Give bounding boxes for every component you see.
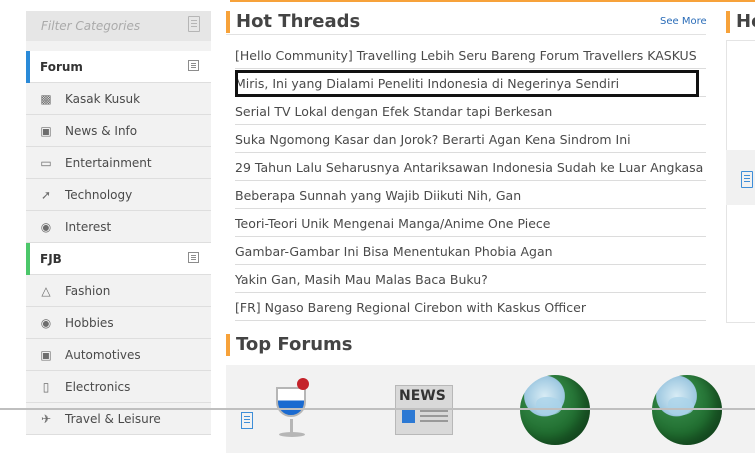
thread-title[interactable]: [Hello Community] Travelling Lebih Seru … bbox=[235, 48, 697, 63]
rocket-icon: ➚ bbox=[40, 188, 52, 202]
thread-link[interactable]: Teori-Teori Unik Mengenai Manga/Anime On… bbox=[235, 209, 706, 237]
sidebar-item-fashion[interactable]: △ Fashion bbox=[26, 275, 211, 307]
sidebar-item-news-info[interactable]: ▣ News & Info bbox=[26, 115, 211, 147]
thread-link[interactable]: Gambar-Gambar Ini Bisa Menentukan Phobia… bbox=[235, 237, 706, 265]
sidebar-item-label: Technology bbox=[65, 188, 133, 202]
right-panel-header: Ho bbox=[726, 11, 755, 33]
top-forums-accent-bar bbox=[226, 334, 230, 356]
sidebar-item-interest[interactable]: ◉ Interest bbox=[26, 211, 211, 243]
focused-thread-outline bbox=[235, 70, 699, 97]
sidebar-item-hobbies[interactable]: ◉ Hobbies bbox=[26, 307, 211, 339]
hot-threads-title: Hot Threads bbox=[236, 11, 361, 32]
list-icon[interactable] bbox=[188, 252, 199, 263]
forum-tile-globe-2[interactable] bbox=[652, 373, 726, 449]
sidebar-item-label: Interest bbox=[65, 220, 112, 234]
thread-title[interactable]: Teori-Teori Unik Mengenai Manga/Anime On… bbox=[235, 216, 550, 231]
sidebar-item-kasak-kusuk[interactable]: ▩ Kasak Kusuk bbox=[26, 83, 211, 115]
sidebar-item-entertainment[interactable]: ▭ Entertainment bbox=[26, 147, 211, 179]
thread-link[interactable]: Yakin Gan, Masih Mau Malas Baca Buku? bbox=[235, 265, 706, 293]
section-title: FJB bbox=[40, 252, 62, 266]
thread-title[interactable]: Serial TV Lokal dengan Efek Standar tapi… bbox=[235, 104, 552, 119]
news-label: NEWS bbox=[399, 388, 446, 404]
sidebar-item-label: Entertainment bbox=[65, 156, 152, 170]
filter-placeholder: Filter Categories bbox=[41, 19, 141, 33]
tv-icon: ▭ bbox=[40, 156, 52, 170]
glass-foot bbox=[279, 432, 305, 437]
hanger-icon: △ bbox=[41, 284, 51, 298]
forum-tile-globe-1[interactable] bbox=[520, 373, 594, 449]
chat-bubbles-icon: ▩ bbox=[40, 92, 52, 106]
globe-icon bbox=[652, 375, 722, 445]
forum-accent-bar bbox=[26, 51, 30, 83]
forum-tile-cocktail[interactable] bbox=[270, 373, 344, 449]
news-text-lines bbox=[420, 410, 448, 412]
sidebar-item-label: Electronics bbox=[65, 380, 131, 394]
top-forums-title: Top Forums bbox=[236, 334, 353, 355]
sidebar-item-automotives[interactable]: ▣ Automotives bbox=[26, 339, 211, 371]
sidebar-item-label: News & Info bbox=[65, 124, 138, 138]
thread-title[interactable]: Gambar-Gambar Ini Bisa Menentukan Phobia… bbox=[235, 244, 553, 259]
globe-icon bbox=[520, 375, 590, 445]
thread-link[interactable]: Beberapa Sunnah yang Wajib Diikuti Nih, … bbox=[235, 181, 706, 209]
sidebar-item-label: Kasak Kusuk bbox=[65, 92, 141, 106]
list-icon[interactable] bbox=[188, 60, 199, 71]
filter-categories-input[interactable]: Filter Categories bbox=[26, 11, 211, 41]
cocktail-glass-icon bbox=[276, 387, 306, 417]
right-panel-title: Ho bbox=[736, 11, 755, 32]
cherry-icon bbox=[297, 378, 309, 390]
thread-link[interactable]: Suka Ngomong Kasar dan Jorok? Berarti Ag… bbox=[235, 125, 706, 153]
thread-link[interactable]: Serial TV Lokal dengan Efek Standar tapi… bbox=[235, 97, 706, 125]
thread-title[interactable]: Suka Ngomong Kasar dan Jorok? Berarti Ag… bbox=[235, 132, 631, 147]
section-forum[interactable]: Forum bbox=[26, 51, 211, 83]
top-forums-header: Top Forums bbox=[226, 334, 526, 356]
briefcase-icon: ▣ bbox=[40, 124, 52, 138]
thread-title[interactable]: 29 Tahun Lalu Seharusnya Antariksawan In… bbox=[235, 160, 703, 175]
sidebar-item-technology[interactable]: ➚ Technology bbox=[26, 179, 211, 211]
fjb-accent-bar bbox=[26, 243, 30, 275]
palette-icon: ◉ bbox=[40, 316, 52, 330]
image-placeholder-icon bbox=[241, 412, 253, 429]
header-divider bbox=[226, 34, 706, 35]
sidebar-item-electronics[interactable]: ▯ Electronics bbox=[26, 371, 211, 403]
phone-icon: ▯ bbox=[42, 380, 50, 394]
thread-title[interactable]: [FR] Ngaso Bareng Regional Cirebon with … bbox=[235, 300, 586, 315]
right-panel-accent-bar bbox=[726, 11, 730, 33]
palette-icon: ◉ bbox=[40, 220, 52, 234]
see-more-link[interactable]: See More bbox=[660, 16, 707, 27]
overlay-divider-line bbox=[0, 408, 755, 410]
sidebar-item-label: Fashion bbox=[65, 284, 111, 298]
filter-list-icon[interactable] bbox=[188, 16, 200, 32]
thread-title[interactable]: Yakin Gan, Masih Mau Malas Baca Buku? bbox=[235, 272, 488, 287]
newspaper-icon: NEWS bbox=[395, 385, 453, 435]
glass-stem bbox=[290, 419, 293, 433]
image-placeholder-icon bbox=[741, 171, 753, 188]
thread-title[interactable]: Beberapa Sunnah yang Wajib Diikuti Nih, … bbox=[235, 188, 521, 203]
news-photo-block bbox=[402, 410, 415, 423]
thread-link[interactable]: [FR] Ngaso Bareng Regional Cirebon with … bbox=[235, 293, 706, 321]
section-title: Forum bbox=[40, 60, 83, 74]
top-accent-bar bbox=[230, 0, 755, 2]
thread-link[interactable]: 29 Tahun Lalu Seharusnya Antariksawan In… bbox=[235, 153, 706, 181]
thread-link[interactable]: [Hello Community] Travelling Lebih Seru … bbox=[235, 41, 706, 69]
car-icon: ▣ bbox=[40, 348, 52, 362]
sidebar-item-label: Automotives bbox=[65, 348, 141, 362]
airplane-icon: ✈ bbox=[40, 412, 52, 426]
sidebar-item-label: Hobbies bbox=[65, 316, 114, 330]
forum-tile-news[interactable]: NEWS bbox=[395, 373, 469, 449]
category-sidebar: Filter Categories Forum ▩ Kasak Kusuk ▣ … bbox=[26, 11, 211, 435]
sidebar-item-label: Travel & Leisure bbox=[65, 412, 161, 426]
section-fjb[interactable]: FJB bbox=[26, 243, 211, 275]
hot-threads-accent-bar bbox=[226, 11, 230, 33]
hot-threads-header: Hot Threads bbox=[226, 11, 526, 33]
